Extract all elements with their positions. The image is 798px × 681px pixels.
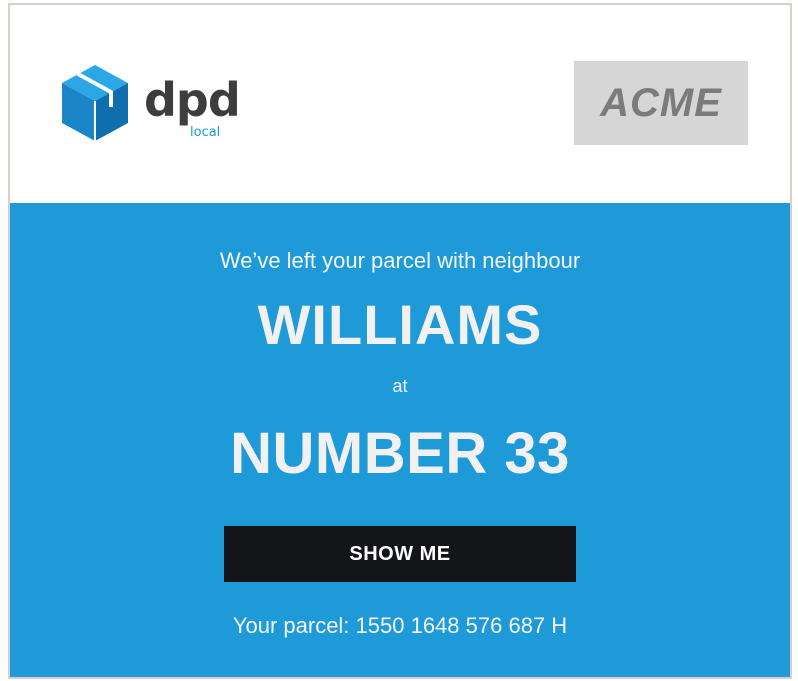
neighbour-address: NUMBER 33 — [230, 421, 570, 486]
email-frame: dpd local ACME We’ve left your parcel wi… — [8, 3, 792, 679]
neighbour-name: WILLIAMS — [257, 293, 543, 356]
dpd-logo: dpd local — [60, 63, 260, 153]
dpd-cube-icon — [62, 65, 128, 141]
parcel-number: Your parcel: 1550 1648 576 687 H — [232, 613, 568, 638]
delivery-notice-panel: We’ve left your parcel with neighbour WI… — [10, 203, 790, 677]
show-me-button[interactable]: SHOW ME — [224, 526, 576, 582]
dpd-local-label: local — [190, 125, 221, 140]
acme-wordmark: ACME — [600, 80, 722, 125]
at-label: at — [392, 376, 408, 396]
email-header: dpd local ACME — [10, 5, 790, 203]
dpd-wordmark: dpd — [144, 73, 241, 127]
acme-logo: ACME — [574, 61, 748, 145]
notice-intro: We’ve left your parcel with neighbour — [219, 248, 581, 273]
